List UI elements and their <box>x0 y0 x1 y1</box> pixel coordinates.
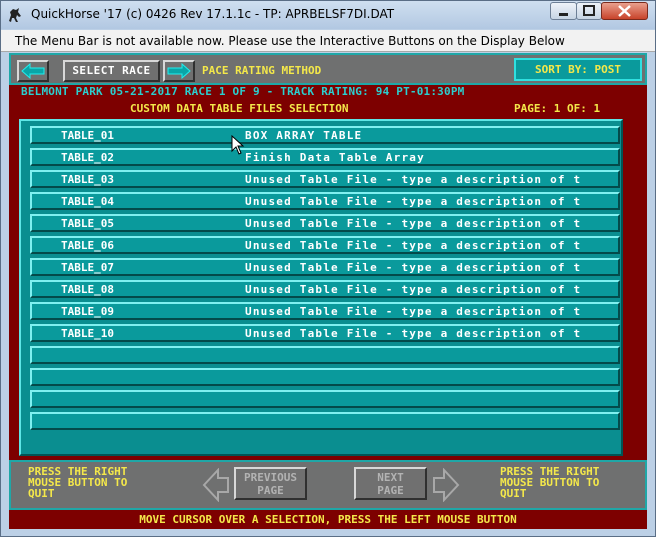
of-label: OF: <box>567 102 587 115</box>
table-name: TABLE_09 <box>61 305 114 318</box>
left-quit-hint: PRESS THE RIGHT MOUSE BUTTON TO QUIT <box>28 465 128 500</box>
sort-button[interactable]: SORT BY: POST <box>514 58 642 81</box>
table-row[interactable]: TABLE_03 Unused Table File - type a descr… <box>30 170 620 188</box>
table-description: Unused Table File - type a description o… <box>245 239 582 252</box>
page-indicator: PAGE: 1 OF: 1 <box>514 102 600 115</box>
table-row[interactable]: TABLE_10 Unused Table File - type a descr… <box>30 324 620 342</box>
page-label: PAGE: <box>514 102 548 115</box>
previous-arrow-icon[interactable] <box>202 468 230 502</box>
bottom-bar: PRESS THE RIGHT MOUSE BUTTON TO QUIT PRE… <box>9 460 647 510</box>
table-row[interactable]: TABLE_08 Unused Table File - type a descr… <box>30 280 620 298</box>
table-row[interactable]: TABLE_07 Unused Table File - type a descr… <box>30 258 620 276</box>
table-name: TABLE_02 <box>61 151 114 164</box>
table-row[interactable]: TABLE_04 Unused Table File - type a descr… <box>30 192 620 210</box>
table-description: Unused Table File - type a description o… <box>245 261 582 274</box>
next-arrow-icon[interactable] <box>432 468 460 502</box>
select-race-button[interactable]: SELECT RACE <box>63 60 160 82</box>
table-row[interactable] <box>30 390 620 408</box>
table-description: Unused Table File - type a description o… <box>245 195 582 208</box>
table-description: BOX ARRAY TABLE <box>245 129 363 142</box>
table-description: Unused Table File - type a description o… <box>245 327 582 340</box>
horse-icon <box>9 8 21 22</box>
table-description: Unused Table File - type a description o… <box>245 173 582 186</box>
table-row[interactable]: TABLE_02 Finish Data Table Array <box>30 148 620 166</box>
table-row[interactable]: TABLE_01 BOX ARRAY TABLE <box>30 126 620 144</box>
maximize-icon <box>583 5 595 16</box>
menu-notice: The Menu Bar is not available now. Pleas… <box>1 30 655 52</box>
table-list: TABLE_01 BOX ARRAY TABLE TABLE_02 Finish D… <box>19 119 623 456</box>
table-description: Finish Data Table Array <box>245 151 425 164</box>
toolbar: SELECT RACE PACE RATING METHOD SORT BY: … <box>9 53 647 85</box>
table-row[interactable]: TABLE_06 Unused Table File - type a descr… <box>30 236 620 254</box>
close-button[interactable] <box>601 2 648 20</box>
left-arrow-icon <box>21 63 45 79</box>
table-title: CUSTOM DATA TABLE FILES SELECTION <box>130 102 349 115</box>
close-icon <box>618 5 631 17</box>
title-bar[interactable]: QuickHorse '17 (c) 0426 Rev 17.1.1c - TP… <box>1 1 655 29</box>
table-row[interactable] <box>30 412 620 430</box>
window-title: QuickHorse '17 (c) 0426 Rev 17.1.1c - TP… <box>31 7 395 21</box>
previous-race-button[interactable] <box>17 60 49 82</box>
table-row[interactable] <box>30 346 620 364</box>
table-name: TABLE_08 <box>61 283 114 296</box>
table-description: Unused Table File - type a description o… <box>245 305 582 318</box>
race-info: BELMONT PARK 05-21-2017 RACE 1 OF 9 - TR… <box>21 85 465 98</box>
next-page-button[interactable]: NEXT PAGE <box>354 467 427 500</box>
page-current: 1 <box>553 102 561 115</box>
table-name: TABLE_10 <box>61 327 114 340</box>
minimize-button[interactable] <box>550 2 577 20</box>
table-row[interactable] <box>30 368 620 386</box>
maximize-button[interactable] <box>576 2 602 20</box>
status-line: MOVE CURSOR OVER A SELECTION, PRESS THE … <box>139 513 517 526</box>
table-description: Unused Table File - type a description o… <box>245 217 582 230</box>
table-name: TABLE_04 <box>61 195 114 208</box>
client-area: SELECT RACE PACE RATING METHOD SORT BY: … <box>9 53 647 529</box>
previous-page-button[interactable]: PREVIOUS PAGE <box>234 467 307 500</box>
method-label: PACE RATING METHOD <box>202 64 322 77</box>
table-name: TABLE_05 <box>61 217 114 230</box>
table-name: TABLE_03 <box>61 173 114 186</box>
page-total: 1 <box>593 102 601 115</box>
mouse-pointer-icon <box>231 135 245 155</box>
right-quit-hint: PRESS THE RIGHT MOUSE BUTTON TO QUIT <box>500 465 600 500</box>
next-race-button[interactable] <box>163 60 195 82</box>
table-row[interactable]: TABLE_05 Unused Table File - type a descr… <box>30 214 620 232</box>
app-window: QuickHorse '17 (c) 0426 Rev 17.1.1c - TP… <box>0 0 656 537</box>
minimize-icon <box>559 13 568 16</box>
right-arrow-icon <box>167 63 191 79</box>
table-name: TABLE_07 <box>61 261 114 274</box>
table-row[interactable]: TABLE_09 Unused Table File - type a descr… <box>30 302 620 320</box>
table-description: Unused Table File - type a description o… <box>245 283 582 296</box>
table-name: TABLE_06 <box>61 239 114 252</box>
table-name: TABLE_01 <box>61 129 114 142</box>
